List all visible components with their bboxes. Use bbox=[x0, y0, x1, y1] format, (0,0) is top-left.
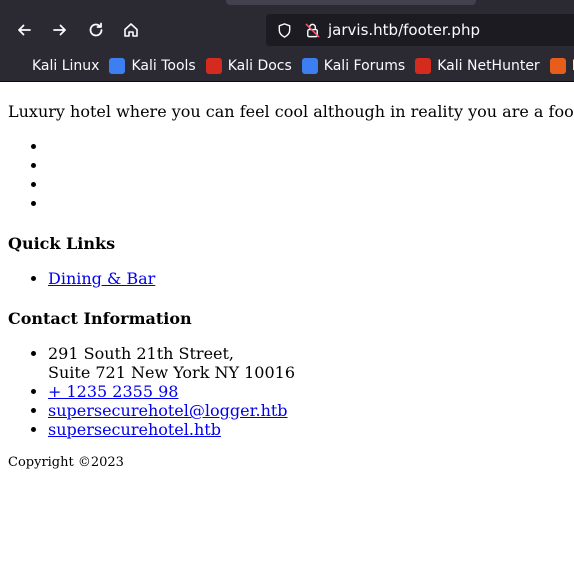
list-item: Dining & Bar bbox=[48, 269, 574, 288]
bookmark-item[interactable]: Kali NetHunter bbox=[415, 58, 540, 74]
home-button[interactable] bbox=[117, 16, 145, 44]
social-link-item bbox=[48, 156, 574, 175]
hotel-tagline: Luxury hotel where you can feel cool alt… bbox=[8, 102, 574, 121]
address-bar[interactable]: jarvis.htb/footer.php bbox=[266, 14, 574, 46]
kali-nethunter-icon bbox=[415, 58, 432, 74]
email-item: supersecurehotel@logger.htb bbox=[48, 401, 574, 420]
forward-button[interactable] bbox=[46, 16, 74, 44]
kali-tools-icon bbox=[109, 58, 126, 74]
url-text[interactable]: jarvis.htb/footer.php bbox=[328, 21, 480, 39]
bookmark-item[interactable]: Kali Linux bbox=[10, 58, 99, 74]
phone-link[interactable]: + 1235 2355 98 bbox=[48, 382, 178, 401]
address-line-1: 291 South 21th Street, bbox=[48, 344, 235, 363]
reload-icon bbox=[89, 22, 103, 37]
back-button[interactable] bbox=[10, 16, 38, 44]
bookmark-label: Kali Forums bbox=[323, 58, 406, 74]
kali-dragon-icon bbox=[10, 58, 26, 74]
website-item: supersecurehotel.htb bbox=[48, 420, 574, 439]
home-icon bbox=[124, 23, 138, 37]
bookmarks-toolbar: Kali Linux Kali Tools Kali Docs Kali Forums… bbox=[0, 54, 574, 78]
social-link-item bbox=[48, 175, 574, 194]
phone-item: + 1235 2355 98 bbox=[48, 382, 574, 401]
arrow-right-icon bbox=[53, 24, 66, 36]
quick-links-heading: Quick Links bbox=[8, 234, 116, 253]
bookmark-label: Kali NetHunter bbox=[437, 58, 540, 74]
social-link-item bbox=[48, 194, 574, 213]
browser-chrome: jarvis.htb/footer.php Kali Linux Kali Too… bbox=[0, 0, 574, 82]
bookmark-label: Kali Docs bbox=[227, 58, 292, 74]
bookmark-item[interactable]: Kali Forums bbox=[301, 58, 406, 74]
kali-forums-icon bbox=[301, 58, 318, 74]
address-line-2: Suite 721 New York NY 10016 bbox=[48, 363, 296, 382]
reload-button[interactable] bbox=[82, 16, 110, 44]
bookmark-label: Kali Linux bbox=[32, 58, 100, 74]
social-links-list bbox=[8, 137, 574, 213]
contact-heading: Contact Information bbox=[8, 309, 192, 328]
active-tab[interactable] bbox=[226, 0, 476, 5]
bookmark-label: Kali Tools bbox=[131, 58, 196, 74]
bookmark-item[interactable]: Kali Tools bbox=[109, 58, 196, 74]
bookmark-item[interactable]: Kali Docs bbox=[205, 58, 292, 74]
email-link[interactable]: supersecurehotel@logger.htb bbox=[48, 401, 288, 420]
contact-list: 291 South 21th Street, Suite 721 New Yor… bbox=[8, 344, 574, 439]
arrow-left-icon bbox=[18, 24, 31, 36]
kali-docs-icon bbox=[205, 58, 222, 74]
exploit-db-icon bbox=[549, 58, 566, 74]
page-content: Luxury hotel where you can feel cool alt… bbox=[8, 82, 574, 470]
bookmark-item[interactable]: Exp bbox=[549, 58, 574, 74]
address-item: 291 South 21th Street, Suite 721 New Yor… bbox=[48, 344, 574, 382]
copyright-text: Copyright ©2023 bbox=[8, 455, 124, 470]
quick-links-list: Dining & Bar bbox=[8, 269, 574, 288]
social-link-item bbox=[48, 137, 574, 156]
dining-bar-link[interactable]: Dining & Bar bbox=[48, 269, 155, 288]
website-link[interactable]: supersecurehotel.htb bbox=[48, 420, 221, 439]
insecure-lock-icon[interactable] bbox=[302, 20, 322, 40]
navigation-toolbar: jarvis.htb/footer.php bbox=[0, 10, 574, 50]
shield-icon[interactable] bbox=[274, 20, 294, 40]
